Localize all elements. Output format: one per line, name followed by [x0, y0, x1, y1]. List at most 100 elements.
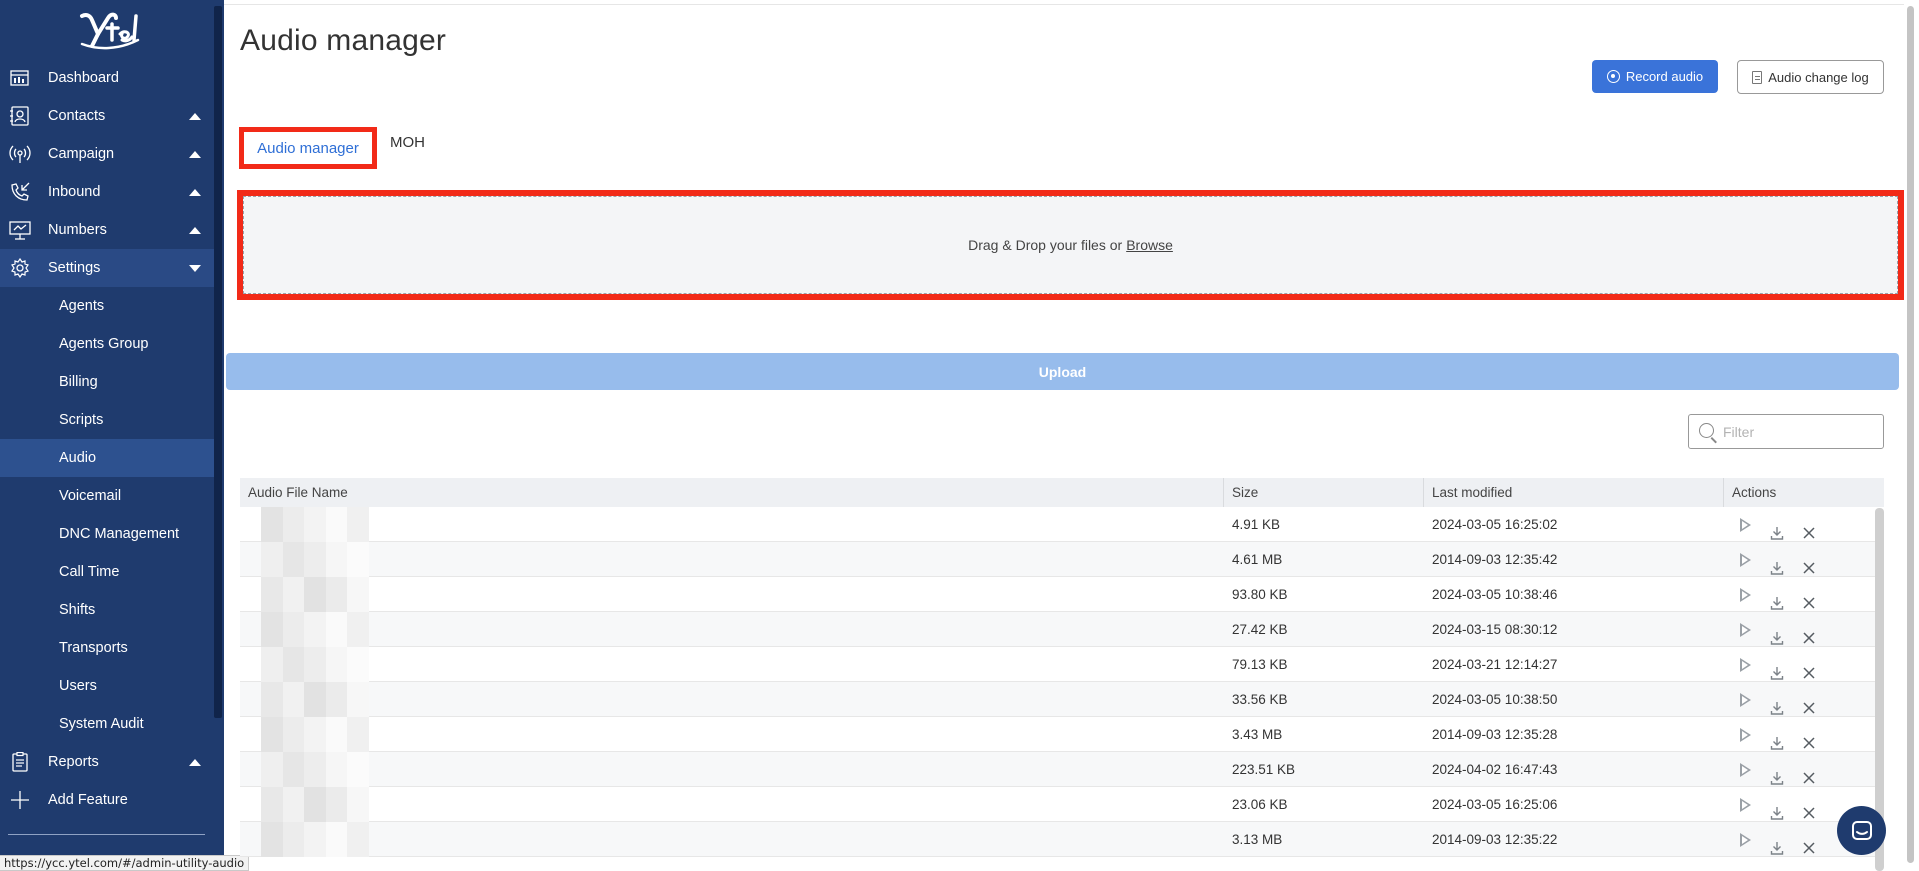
- table-row[interactable]: 23.06 KB 2024-03-05 16:25:06: [240, 787, 1884, 822]
- play-icon[interactable]: [1738, 763, 1752, 777]
- actions-cell: [1724, 752, 1884, 787]
- page-scrollbar-thumb[interactable]: [1907, 6, 1914, 863]
- delete-icon[interactable]: [1802, 763, 1816, 784]
- table-row[interactable]: 223.51 KB 2024-04-02 16:47:43: [240, 752, 1884, 787]
- file-dropzone[interactable]: Drag & Drop your files or Browse: [243, 196, 1898, 294]
- play-icon[interactable]: [1738, 693, 1752, 707]
- play-icon[interactable]: [1738, 588, 1752, 602]
- file-name-cell: [240, 577, 1224, 612]
- sidebar-subitem-agents[interactable]: Agents: [0, 287, 214, 325]
- sidebar-subitem-dnc-management[interactable]: DNC Management: [0, 515, 214, 553]
- sidebar-item-label: Inbound: [48, 184, 101, 200]
- last-modified-cell: 2024-03-21 12:14:27: [1432, 657, 1558, 672]
- download-icon[interactable]: [1770, 518, 1784, 540]
- play-icon[interactable]: [1738, 798, 1752, 812]
- play-icon[interactable]: [1738, 518, 1752, 532]
- download-icon[interactable]: [1770, 833, 1784, 855]
- browse-link[interactable]: Browse: [1126, 237, 1173, 253]
- sidebar-item-inbound[interactable]: Inbound: [0, 173, 214, 211]
- play-icon[interactable]: [1738, 728, 1752, 742]
- delete-icon[interactable]: [1802, 798, 1816, 819]
- column-header-last-modified[interactable]: Last modified: [1424, 478, 1724, 507]
- table-row[interactable]: 3.43 MB 2014-09-03 12:35:28: [240, 717, 1884, 752]
- sidebar-subitem-transports[interactable]: Transports: [0, 629, 214, 667]
- redacted-file-name: [261, 682, 369, 717]
- sidebar-nav: Dashboard Contacts Campaign Inbound Numb…: [0, 59, 214, 819]
- table-row[interactable]: 3.13 MB 2014-09-03 12:35:22: [240, 822, 1884, 857]
- sidebar-subitem-call-time[interactable]: Call Time: [0, 553, 214, 591]
- table-row[interactable]: 79.13 KB 2024-03-21 12:14:27: [240, 647, 1884, 682]
- download-icon[interactable]: [1770, 728, 1784, 750]
- redacted-file-name: [261, 752, 369, 787]
- sidebar-scrollbar[interactable]: [214, 6, 222, 718]
- caret-up-icon: [189, 189, 201, 196]
- table-row[interactable]: 93.80 KB 2024-03-05 10:38:46: [240, 577, 1884, 612]
- play-icon[interactable]: [1738, 658, 1752, 672]
- download-icon[interactable]: [1770, 798, 1784, 820]
- file-size-cell: 223.51 KB: [1232, 762, 1296, 777]
- delete-icon[interactable]: [1802, 588, 1816, 609]
- tab-moh[interactable]: MOH: [390, 134, 425, 156]
- column-header-size[interactable]: Size: [1224, 478, 1424, 507]
- sidebar-subitem-audio[interactable]: Audio: [0, 439, 214, 477]
- column-header-name[interactable]: Audio File Name: [240, 478, 1224, 507]
- upload-button[interactable]: Upload: [226, 353, 1899, 390]
- delete-icon[interactable]: [1802, 658, 1816, 679]
- delete-icon[interactable]: [1802, 693, 1816, 714]
- play-icon[interactable]: [1738, 833, 1752, 847]
- chat-launcher-button[interactable]: [1837, 806, 1886, 855]
- sidebar-item-campaign[interactable]: Campaign: [0, 135, 214, 173]
- filter-input[interactable]: [1723, 422, 1873, 442]
- delete-icon[interactable]: [1802, 553, 1816, 574]
- sidebar-item-contacts[interactable]: Contacts: [0, 97, 214, 135]
- redacted-file-name: [261, 787, 369, 822]
- sidebar-item-settings[interactable]: Settings: [0, 249, 214, 287]
- sidebar-subitem-shifts[interactable]: Shifts: [0, 591, 214, 629]
- redacted-file-name: [261, 542, 369, 577]
- download-icon[interactable]: [1770, 658, 1784, 680]
- last-modified-cell: 2024-03-05 10:38:46: [1432, 587, 1558, 602]
- redacted-file-name: [261, 507, 369, 542]
- download-icon[interactable]: [1770, 588, 1784, 610]
- ytel-logo[interactable]: [78, 10, 142, 52]
- sidebar-item-add-feature[interactable]: Add Feature: [0, 781, 214, 819]
- sidebar-subitem-scripts[interactable]: Scripts: [0, 401, 214, 439]
- sidebar-subitem-users[interactable]: Users: [0, 667, 214, 705]
- sidebar-item-numbers[interactable]: Numbers: [0, 211, 214, 249]
- download-icon[interactable]: [1770, 623, 1784, 645]
- play-icon[interactable]: [1738, 623, 1752, 637]
- actions-cell: [1724, 507, 1884, 542]
- delete-icon[interactable]: [1802, 518, 1816, 539]
- sidebar-subitem-label: Billing: [59, 374, 98, 390]
- delete-icon[interactable]: [1802, 833, 1816, 854]
- file-name-cell: [240, 507, 1224, 542]
- table-row[interactable]: 4.91 KB 2024-03-05 16:25:02: [240, 507, 1884, 542]
- play-icon[interactable]: [1738, 553, 1752, 567]
- sidebar-subitem-agents-group[interactable]: Agents Group: [0, 325, 214, 363]
- table-row[interactable]: 33.56 KB 2024-03-05 10:38:50: [240, 682, 1884, 717]
- sidebar-item-label: Contacts: [48, 108, 106, 124]
- redacted-file-name: [261, 647, 369, 682]
- audio-change-log-button[interactable]: Audio change log: [1737, 60, 1884, 94]
- file-size-cell: 93.80 KB: [1232, 587, 1288, 602]
- download-icon[interactable]: [1770, 763, 1784, 785]
- delete-icon[interactable]: [1802, 623, 1816, 644]
- record-audio-button[interactable]: Record audio: [1592, 60, 1718, 93]
- sidebar-subitem-system-audit[interactable]: System Audit: [0, 705, 214, 743]
- sidebar-subitem-label: Call Time: [59, 564, 120, 580]
- download-icon[interactable]: [1770, 553, 1784, 575]
- download-icon[interactable]: [1770, 693, 1784, 715]
- table-row[interactable]: 27.42 KB 2024-03-15 08:30:12: [240, 612, 1884, 647]
- filter-field[interactable]: [1688, 414, 1884, 449]
- file-size-cell: 33.56 KB: [1232, 692, 1288, 707]
- page-scrollbar[interactable]: [1906, 0, 1915, 871]
- file-name-cell: [240, 612, 1224, 647]
- sidebar-item-reports[interactable]: Reports: [0, 743, 214, 781]
- sidebar-item-dashboard[interactable]: Dashboard: [0, 59, 214, 97]
- sidebar-subitem-voicemail[interactable]: Voicemail: [0, 477, 214, 515]
- table-row[interactable]: 4.61 MB 2014-09-03 12:35:42: [240, 542, 1884, 577]
- tab-audio-manager[interactable]: Audio manager: [239, 127, 377, 169]
- actions-cell: [1724, 647, 1884, 682]
- sidebar-subitem-billing[interactable]: Billing: [0, 363, 214, 401]
- delete-icon[interactable]: [1802, 728, 1816, 749]
